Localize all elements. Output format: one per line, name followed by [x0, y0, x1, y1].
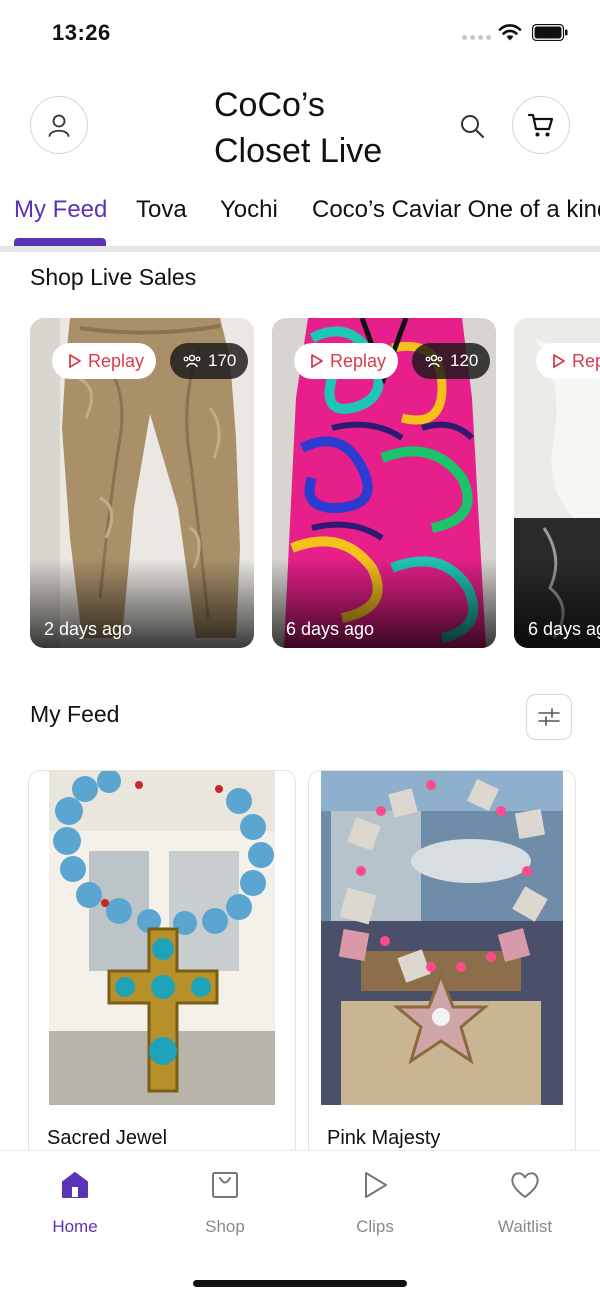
app-title-line-1: CoCo’s	[214, 86, 325, 124]
sale-time: 2 days ago	[44, 619, 133, 639]
viewer-count-badge: 120	[412, 343, 491, 379]
nav-shop-label: Shop	[205, 1217, 245, 1236]
nav-home[interactable]: Home	[15, 1167, 135, 1237]
status-bar: 13:26	[0, 0, 600, 66]
shopping-bag-icon	[207, 1167, 243, 1203]
home-indicator	[193, 1280, 407, 1287]
live-sale-card[interactable]: Replay 170 2 days ago	[30, 318, 254, 648]
feed-item-image	[321, 771, 563, 1105]
nav-waitlist[interactable]: Waitlist	[465, 1167, 585, 1237]
viewers-icon	[425, 354, 443, 368]
replay-button[interactable]: Replay	[536, 343, 600, 379]
tab-cocos-caviar[interactable]: Coco’s Caviar One of a kind	[312, 196, 600, 224]
viewer-count: 120	[450, 351, 479, 370]
battery-icon	[532, 24, 568, 41]
sliders-icon	[538, 708, 560, 726]
sale-time: 6 days ago	[286, 619, 375, 639]
status-time: 13:26	[52, 20, 111, 45]
profile-button[interactable]	[30, 96, 88, 154]
feed-item-image	[49, 771, 275, 1105]
live-sale-card[interactable]: Replay 120 6 days ago	[272, 318, 496, 648]
active-tab-indicator	[14, 238, 106, 246]
replay-label: Replay	[330, 350, 387, 371]
user-icon	[48, 114, 70, 137]
app-header: CoCo’s Closet Live	[0, 66, 600, 186]
signal-icon	[462, 35, 491, 40]
cart-icon	[527, 113, 554, 137]
heart-icon	[507, 1167, 543, 1203]
nav-clips-label: Clips	[356, 1217, 394, 1236]
category-tabs: My Feed Tova Yochi Coco’s Caviar One of …	[0, 186, 600, 248]
search-icon	[461, 115, 484, 138]
play-outline-icon	[553, 354, 565, 368]
wifi-icon	[498, 24, 522, 41]
feed-item-title: Sacred Jewel	[47, 1127, 168, 1149]
home-icon	[57, 1167, 93, 1203]
tab-my-feed[interactable]: My Feed	[14, 196, 107, 224]
replay-label: Replay	[88, 350, 145, 371]
nav-waitlist-label: Waitlist	[497, 1217, 553, 1236]
app-title: CoCo’s Closet Live	[214, 82, 424, 174]
replay-label: Replay	[572, 350, 600, 371]
live-sales-title: Shop Live Sales	[30, 264, 197, 290]
tab-yochi[interactable]: Yochi	[220, 196, 278, 224]
feed-title: My Feed	[30, 701, 120, 727]
nav-clips[interactable]: Clips	[315, 1167, 435, 1237]
cart-button[interactable]	[512, 96, 570, 154]
sale-time: 6 days ago	[528, 619, 600, 639]
play-icon	[357, 1167, 393, 1203]
nav-home-label: Home	[52, 1217, 98, 1236]
search-button[interactable]	[456, 110, 488, 142]
app-title-line-2: Closet Live	[214, 132, 383, 170]
bottom-nav: Home Shop Clips Waitlist	[0, 1150, 600, 1299]
feed-item[interactable]: Sacred Jewel	[28, 770, 296, 1170]
filter-button[interactable]	[526, 694, 572, 740]
replay-button[interactable]: Replay	[294, 343, 399, 379]
feed-item-title: Pink Majesty	[327, 1127, 441, 1149]
play-outline-icon	[311, 354, 323, 368]
live-sales-carousel[interactable]: Replay 170 2 days ago Replay 120 6 days …	[0, 318, 600, 650]
live-sale-card[interactable]: Replay 6 days ago	[514, 318, 600, 648]
viewer-count: 170	[208, 351, 237, 370]
viewers-icon	[183, 354, 201, 368]
feed-item[interactable]: Pink Majesty	[308, 770, 576, 1170]
nav-shop[interactable]: Shop	[165, 1167, 285, 1237]
viewer-count-badge: 170	[170, 343, 249, 379]
tab-tova[interactable]: Tova	[136, 196, 187, 224]
tabs-divider	[0, 246, 600, 252]
play-outline-icon	[69, 354, 81, 368]
replay-button[interactable]: Replay	[52, 343, 157, 379]
